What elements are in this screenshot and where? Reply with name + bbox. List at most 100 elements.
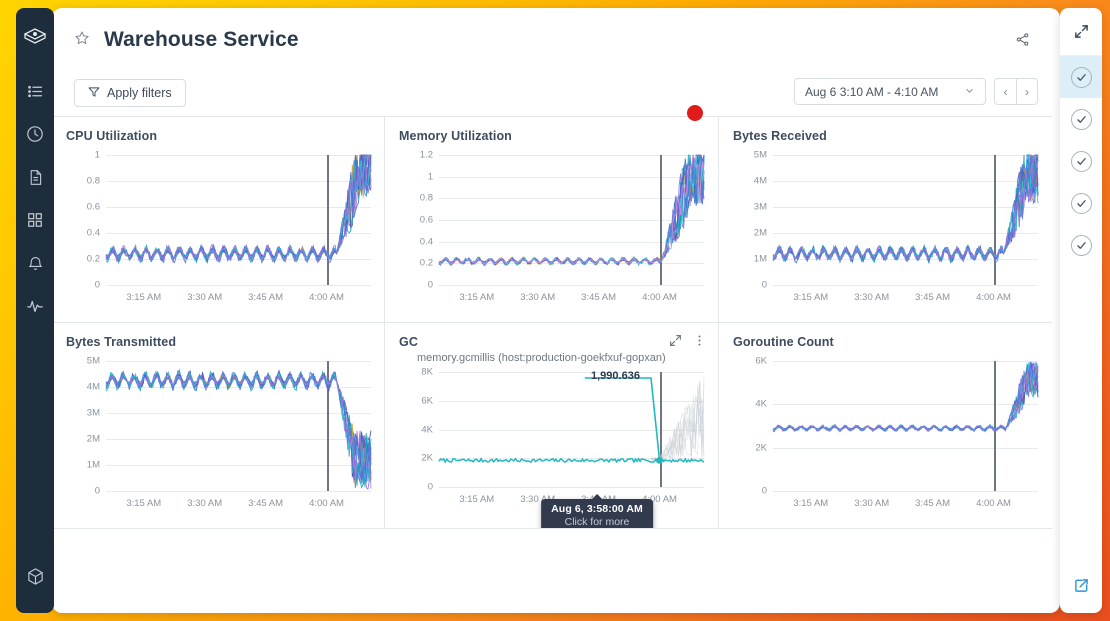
panel-goroutine-count[interactable]: Goroutine Count 0 2K 4K 6K 3:15 AM 3:30 AM 3:4…: [719, 323, 1052, 529]
y-axis-tick: 0: [427, 279, 433, 291]
panel-title: Bytes Transmitted: [66, 335, 177, 349]
chevron-down-icon: [964, 85, 975, 99]
chart-memory-utilization[interactable]: 0 0.2 0.4 0.6 0.8 1 1.2 3:15 AM 3:30 AM 3:45 AM 4:…: [399, 149, 705, 307]
check-circle-item-1[interactable]: [1060, 56, 1102, 98]
x-axis-tick: 3:45 AM: [248, 498, 284, 509]
gridline: [439, 285, 704, 286]
series-group: [105, 154, 372, 265]
x-axis-tick: 3:45 AM: [915, 498, 951, 509]
plot-area: 0 1M 2M 3M 4M 5M 3:15 AM 3:30 AM 3:45 AM 4:00 AM: [87, 356, 372, 509]
next-range-button[interactable]: ›: [1016, 78, 1038, 105]
y-axis-tick: 5M: [753, 149, 767, 161]
left-sidebar: [16, 8, 54, 613]
gridline: [773, 285, 1038, 286]
apply-filters-button[interactable]: Apply filters: [74, 79, 186, 107]
panel-actions: [669, 334, 706, 352]
y-axis-tick: 6K: [421, 395, 433, 407]
grid-icon[interactable]: [20, 205, 50, 235]
filter-icon: [88, 86, 100, 101]
document-icon[interactable]: [20, 162, 50, 192]
package-icon[interactable]: [20, 561, 50, 591]
x-axis-tick: 4:00 AM: [642, 292, 677, 303]
y-axis-tick: 2K: [755, 442, 767, 454]
check-circle-item-5[interactable]: [1060, 224, 1102, 266]
x-axis-tick: 3:30 AM: [187, 292, 223, 303]
y-axis-tick: 0.8: [419, 192, 433, 204]
previous-range-button[interactable]: ‹: [994, 78, 1016, 105]
panel-gc[interactable]: GC memory.gcmillis (host:production-goek…: [385, 323, 719, 529]
chart-goroutine-count[interactable]: 0 2K 4K 6K 3:15 AM 3:30 AM 3:45 AM 4:00 AM: [733, 355, 1039, 513]
plot-area: 1,990.636 02K4K6K8K3:15 AM3:30 AM3:45 AM…: [421, 367, 705, 505]
chart-bytes-transmitted[interactable]: 0 1M 2M 3M 4M 5M 3:15 AM 3:30 AM 3:45 AM 4:00 AM: [66, 355, 372, 513]
y-axis-tick: 6K: [755, 355, 767, 367]
check-circle-item-4[interactable]: [1060, 182, 1102, 224]
time-range-value: Aug 6 3:10 AM - 4:10 AM: [805, 84, 939, 99]
y-axis-tick: 8K: [421, 366, 433, 378]
check-circle-item-2[interactable]: [1060, 98, 1102, 140]
y-axis-tick: 1.2: [419, 149, 433, 161]
panel-bytes-transmitted[interactable]: Bytes Transmitted 0 1M 2M 3M 4M 5M 3:15 AM 3:30…: [52, 323, 385, 529]
y-axis-tick: 1M: [86, 459, 100, 471]
x-axis-tick: 3:45 AM: [581, 292, 617, 303]
y-axis-tick: 1: [427, 171, 433, 183]
panel-title: GC: [399, 335, 418, 349]
chart-gc[interactable]: 1,990.636 02K4K6K8K3:15 AM3:30 AM3:45 AM…: [399, 366, 705, 509]
panel-title: Bytes Received: [733, 129, 827, 143]
share-icon[interactable]: [1015, 32, 1030, 52]
gridline: [106, 285, 371, 286]
y-axis-tick: 2K: [421, 452, 433, 464]
y-axis-tick: 0.6: [86, 201, 100, 213]
expand-diagonal-icon[interactable]: [669, 334, 682, 352]
gc-value-label: 1,990.636: [591, 370, 640, 382]
series-group: [438, 375, 705, 464]
x-axis-tick: 4:00 AM: [309, 498, 344, 509]
x-axis-tick: 4:00 AM: [976, 498, 1011, 509]
x-axis-tick: 3:30 AM: [854, 292, 890, 303]
title-row: Warehouse Service: [52, 8, 1060, 52]
time-range-selector[interactable]: Aug 6 3:10 AM - 4:10 AM: [794, 78, 986, 105]
expand-diagonal-icon[interactable]: [1060, 8, 1102, 56]
gridline: [439, 487, 704, 488]
y-axis-tick: 4K: [755, 398, 767, 410]
chart-cpu-utilization[interactable]: 0 0.2 0.4 0.6 0.8 1 3:15 AM 3:30 AM 3:45 AM 4:00 …: [66, 149, 372, 307]
star-icon[interactable]: [74, 30, 90, 51]
x-axis-tick: 4:00 AM: [309, 292, 344, 303]
main-content-card: Warehouse Service Apply filters Aug 6 3:…: [52, 8, 1060, 613]
panel-title: CPU Utilization: [66, 129, 158, 143]
tooltip-subtitle[interactable]: Click for more: [551, 516, 643, 528]
page-header: Warehouse Service: [52, 8, 1060, 70]
plot-area: 0 0.2 0.4 0.6 0.8 1 1.2 3:15 AM 3:30 AM 3:45 AM 4:…: [420, 150, 705, 303]
panel-memory-utilization[interactable]: Memory Utilization 0 0.2 0.4 0.6 0.8 1 1.2 3:15…: [385, 117, 719, 323]
y-axis-tick: 0: [427, 481, 433, 493]
cube-logo-icon[interactable]: [20, 22, 50, 52]
panel-title: Goroutine Count: [733, 335, 834, 349]
check-icon: [1070, 192, 1092, 214]
chart-tooltip: Aug 6, 3:58:00 AM Click for more: [541, 494, 653, 528]
y-axis-tick: 4M: [86, 381, 100, 393]
right-sidebar: [1060, 8, 1102, 613]
more-vertical-icon[interactable]: [693, 334, 706, 352]
plot-area: 0 0.2 0.4 0.6 0.8 1 3:15 AM 3:30 AM 3:45 AM 4:00 …: [87, 150, 372, 303]
panel-bytes-received[interactable]: Bytes Received 0 1M 2M 3M 4M 5M 3:15 AM 3:30 AM…: [719, 117, 1052, 323]
panel-cpu-utilization[interactable]: CPU Utilization 0 0.2 0.4 0.6 0.8 1 3:15 AM 3:3…: [52, 117, 385, 323]
chart-bytes-received[interactable]: 0 1M 2M 3M 4M 5M 3:15 AM 3:30 AM 3:45 AM 4:00 AM: [733, 149, 1039, 307]
page-title: Warehouse Service: [104, 28, 299, 51]
bell-icon[interactable]: [20, 248, 50, 278]
clock-icon[interactable]: [20, 119, 50, 149]
x-axis-tick: 3:15 AM: [459, 292, 495, 303]
y-axis-tick: 1M: [753, 253, 767, 265]
x-axis-tick: 3:15 AM: [793, 498, 829, 509]
y-axis-tick: 2M: [86, 433, 100, 445]
list-icon[interactable]: [20, 76, 50, 106]
y-axis-tick: 4K: [421, 424, 433, 435]
pulse-icon[interactable]: [20, 291, 50, 321]
y-axis-tick: 3M: [86, 407, 100, 419]
y-axis-tick: 0.8: [86, 175, 100, 187]
external-link-icon[interactable]: [1060, 578, 1102, 593]
gridline: [773, 491, 1038, 492]
cursor-marker: [687, 105, 703, 121]
toolbar: Apply filters Aug 6 3:10 AM - 4:10 AM ‹ …: [52, 70, 1060, 116]
check-circle-item-3[interactable]: [1060, 140, 1102, 182]
x-axis-tick: 3:30 AM: [187, 498, 223, 509]
check-icon: [1070, 234, 1092, 256]
